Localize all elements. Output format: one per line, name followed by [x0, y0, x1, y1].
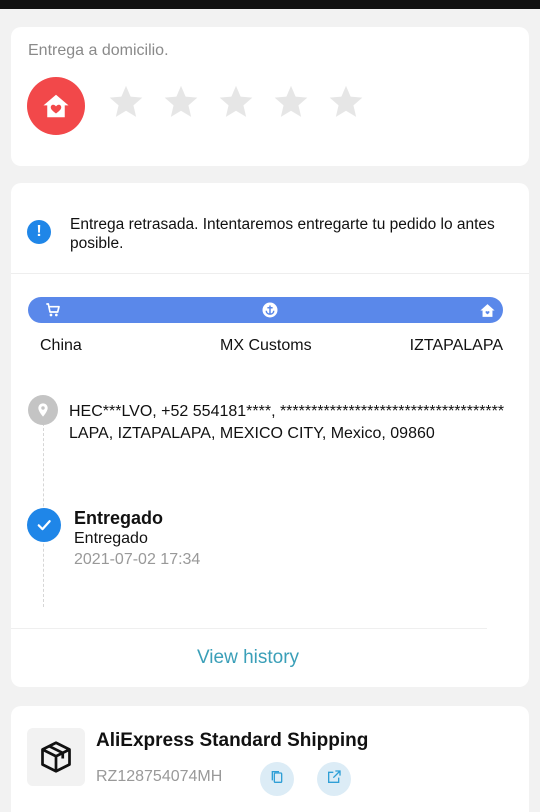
- stage-destination-label: IZTAPALAPA: [409, 337, 503, 354]
- shipping-progress-bar: [28, 297, 503, 323]
- star-icon[interactable]: [327, 83, 365, 121]
- status-bar: [0, 0, 540, 9]
- status-subtitle: Entregado: [74, 530, 148, 547]
- copy-button[interactable]: [260, 762, 294, 796]
- star-rating: [107, 83, 365, 121]
- checkmark-icon: [27, 508, 61, 542]
- star-icon[interactable]: [107, 83, 145, 121]
- delivery-address: HEC***LVO, +52 554181****, *************…: [69, 403, 505, 442]
- star-icon[interactable]: [217, 83, 255, 121]
- info-icon: !: [27, 220, 51, 244]
- copy-icon: [269, 769, 285, 790]
- delivery-rating-card: Entrega a domicilio.: [11, 27, 529, 166]
- home-icon: [478, 301, 496, 319]
- view-history-link[interactable]: View history: [11, 647, 485, 669]
- stage-customs-label: MX Customs: [220, 337, 312, 354]
- divider: [11, 628, 487, 629]
- shipping-method-name: AliExpress Standard Shipping: [96, 730, 369, 751]
- package-box-icon: [27, 728, 85, 786]
- tracking-card: ! Entrega retrasada. Intentaremos entreg…: [11, 183, 529, 687]
- stage-origin-label: China: [40, 337, 82, 354]
- open-link-button[interactable]: [317, 762, 351, 796]
- status-timestamp: 2021-07-02 17:34: [74, 551, 201, 568]
- tracking-number: RZ128754074MH: [96, 768, 223, 785]
- delay-notice: Entrega retrasada. Intentaremos entregar…: [70, 216, 495, 252]
- external-link-icon: [326, 769, 342, 790]
- anchor-icon: [261, 301, 279, 319]
- star-icon[interactable]: [272, 83, 310, 121]
- shipping-method-card: AliExpress Standard Shipping RZ128754074…: [11, 706, 529, 812]
- cart-icon: [44, 301, 62, 319]
- star-icon[interactable]: [162, 83, 200, 121]
- delivery-type-label: Entrega a domicilio.: [28, 42, 169, 59]
- location-pin-icon: [28, 395, 58, 425]
- status-title: Entregado: [74, 508, 164, 528]
- divider: [11, 273, 529, 274]
- home-heart-icon: [27, 77, 85, 135]
